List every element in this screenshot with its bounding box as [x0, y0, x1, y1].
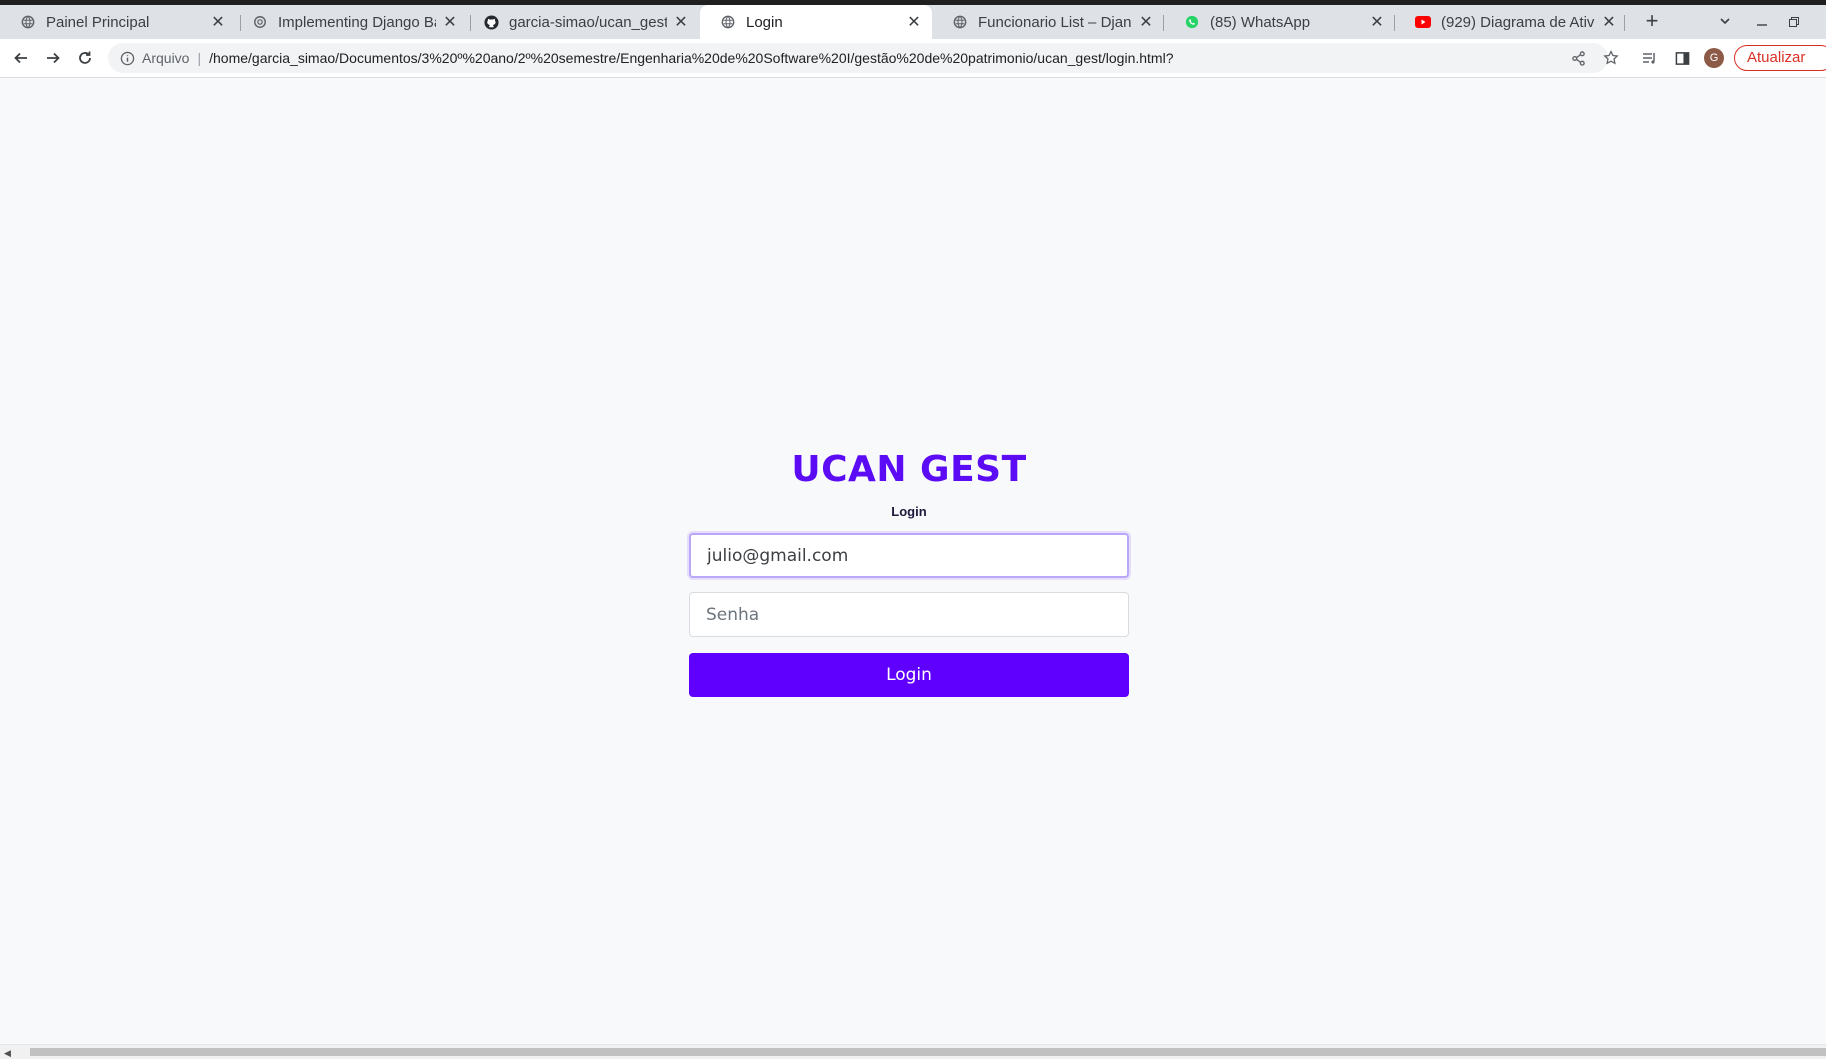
close-icon[interactable]: ✕: [1138, 12, 1154, 32]
tab-title: Implementing Django Ba: [278, 13, 436, 31]
minimize-icon[interactable]: [1750, 10, 1774, 34]
tab-implementing-django[interactable]: Implementing Django Ba ✕: [232, 5, 468, 39]
tab-funcionario-list[interactable]: Funcionario List – Djang ✕: [932, 5, 1164, 39]
tab-strip: Painel Principal ✕ Implementing Django B…: [0, 5, 1826, 39]
login-subtitle: Login: [891, 504, 927, 519]
close-icon[interactable]: ✕: [442, 12, 458, 32]
back-arrow-icon[interactable]: [9, 46, 33, 70]
globe-icon: [20, 14, 36, 30]
tab-github-ucan-gest[interactable]: garcia-simao/ucan_gest ✕: [463, 5, 699, 39]
globe-icon: [952, 14, 968, 30]
close-icon[interactable]: ✕: [906, 12, 922, 32]
browser-toolbar: Arquivo | /home/garcia_simao/Documentos/…: [0, 39, 1826, 78]
tab-search-chevron-down-icon[interactable]: [1713, 10, 1737, 34]
close-icon[interactable]: ✕: [1601, 12, 1617, 32]
whatsapp-icon: [1184, 14, 1200, 30]
share-icon[interactable]: [1568, 48, 1588, 68]
tab-youtube[interactable]: (929) Diagrama de Ativid ✕: [1395, 5, 1627, 39]
close-icon[interactable]: ✕: [210, 12, 226, 32]
reload-icon[interactable]: [73, 46, 97, 70]
update-button-label: Atualizar: [1747, 49, 1806, 66]
tab-whatsapp[interactable]: (85) WhatsApp ✕: [1164, 5, 1395, 39]
login-button[interactable]: Login: [689, 653, 1129, 697]
update-button[interactable]: Atualizar: [1734, 45, 1826, 71]
globe-icon: [720, 14, 736, 30]
side-panel-icon[interactable]: [1672, 48, 1692, 68]
scheme-divider: |: [197, 50, 202, 66]
email-field[interactable]: [689, 533, 1129, 578]
close-icon[interactable]: ✕: [673, 12, 689, 32]
media-queue-icon[interactable]: [1640, 48, 1660, 68]
tab-title: Painel Principal: [46, 13, 150, 31]
scroll-left-arrow-icon[interactable]: ◀: [4, 1048, 11, 1059]
info-icon[interactable]: [118, 49, 136, 67]
new-tab-plus-icon[interactable]: +: [1640, 10, 1664, 34]
address-bar[interactable]: Arquivo | /home/garcia_simao/Documentos/…: [108, 43, 1608, 73]
url-text[interactable]: /home/garcia_simao/Documentos/3%20º%20an…: [209, 50, 1173, 66]
forward-arrow-icon[interactable]: [41, 46, 65, 70]
bookmark-star-icon[interactable]: [1601, 48, 1621, 68]
tab-title: Funcionario List – Djang: [978, 13, 1132, 31]
tab-login[interactable]: Login ✕: [700, 5, 932, 39]
login-card: UCAN GEST Login Login: [689, 448, 1129, 697]
brand-title: UCAN GEST: [791, 449, 1027, 490]
tab-title: (929) Diagrama de Ativid: [1441, 13, 1595, 31]
youtube-icon: [1415, 14, 1431, 30]
close-icon[interactable]: ✕: [1369, 12, 1385, 32]
tab-title: Login: [746, 13, 783, 31]
scheme-label: Arquivo: [142, 50, 190, 66]
scrollbar-thumb[interactable]: [30, 1048, 1826, 1056]
openai-icon: [252, 14, 268, 30]
github-icon: [483, 14, 499, 30]
horizontal-scrollbar[interactable]: ◀: [0, 1044, 1826, 1059]
tab-painel-principal[interactable]: Painel Principal ✕: [0, 5, 236, 39]
password-field[interactable]: [689, 592, 1129, 637]
avatar[interactable]: G: [1704, 48, 1724, 68]
tab-divider: [1624, 15, 1625, 31]
restore-icon[interactable]: [1782, 10, 1806, 34]
tab-title: (85) WhatsApp: [1210, 13, 1311, 31]
tab-title: garcia-simao/ucan_gest: [509, 13, 667, 31]
